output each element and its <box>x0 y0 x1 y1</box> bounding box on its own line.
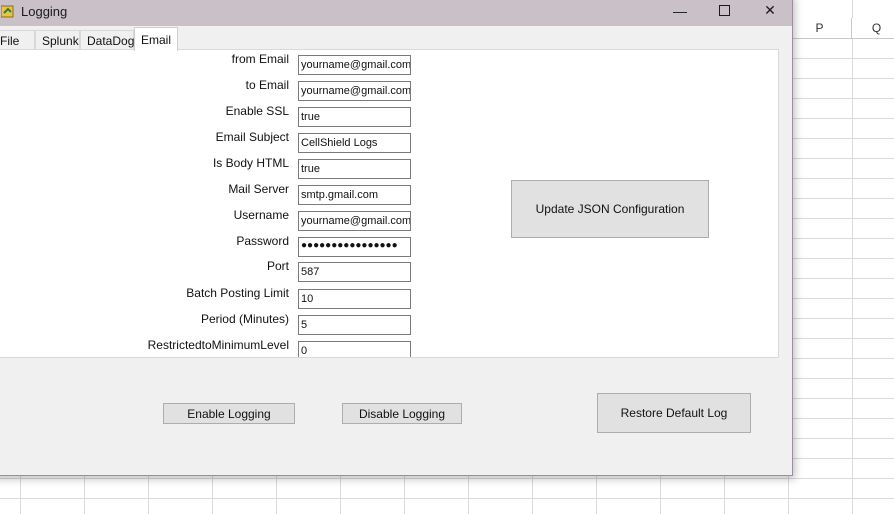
to-email-row: to Email yourname@gmail.com <box>0 78 414 101</box>
from-email-row: from Email yourname@gmail.com <box>0 52 414 75</box>
tab-strip: File Splunk DataDog Email <box>0 27 792 51</box>
tab-file[interactable]: File <box>0 30 35 50</box>
restricted-min-level-label: RestrictedtoMinimumLevel <box>147 338 289 352</box>
is-body-html-field[interactable]: true <box>298 159 411 179</box>
mail-server-label: Mail Server <box>228 182 289 196</box>
restore-default-log-button[interactable]: Restore Default Log <box>597 393 751 433</box>
is-body-html-label: Is Body HTML <box>212 156 289 170</box>
tab-email[interactable]: Email <box>134 27 178 51</box>
from-email-label: from Email <box>231 52 289 66</box>
username-field[interactable]: yourname@gmail.com <box>298 211 411 231</box>
logging-dialog: Logging — ✕ File Splunk DataDog Email fr… <box>0 0 793 476</box>
username-row: Username yourname@gmail.com <box>0 208 414 231</box>
password-row: Password ●●●●●●●●●●●●●●●● <box>0 234 414 257</box>
update-json-button[interactable]: Update JSON Configuration <box>511 180 709 238</box>
minimize-button[interactable]: — <box>657 0 703 26</box>
app-icon <box>1 5 14 18</box>
enable-ssl-row: Enable SSL true <box>0 104 414 127</box>
from-email-field[interactable]: yourname@gmail.com <box>298 55 411 75</box>
tab-datadog[interactable]: DataDog <box>80 30 134 50</box>
to-email-field[interactable]: yourname@gmail.com <box>298 81 411 101</box>
enable-ssl-label: Enable SSL <box>225 104 289 118</box>
maximize-icon <box>718 5 730 16</box>
period-minutes-label: Period (Minutes) <box>200 312 289 326</box>
window-title: Logging <box>21 4 68 19</box>
email-subject-field[interactable]: CellShield Logs <box>298 133 411 153</box>
title-bar[interactable]: Logging — ✕ <box>0 0 792 26</box>
period-minutes-row: Period (Minutes) 5 <box>0 312 414 335</box>
mail-server-field[interactable]: smtp.gmail.com <box>298 185 411 205</box>
mail-server-row: Mail Server smtp.gmail.com <box>0 182 414 205</box>
enable-ssl-field[interactable]: true <box>298 107 411 127</box>
username-label: Username <box>233 208 289 222</box>
restricted-min-level-field[interactable]: 0 <box>298 341 411 357</box>
enable-logging-button[interactable]: Enable Logging <box>163 403 295 424</box>
email-subject-row: Email Subject CellShield Logs <box>0 130 414 153</box>
to-email-label: to Email <box>245 78 289 92</box>
disable-logging-button[interactable]: Disable Logging <box>342 403 462 424</box>
column-header-p[interactable]: P <box>788 18 852 39</box>
batch-posting-limit-label: Batch Posting Limit <box>186 286 289 300</box>
screen: P Q Logging — ✕ File Splunk DataDog Emai… <box>0 0 894 514</box>
restricted-min-level-row: RestrictedtoMinimumLevel 0 <box>0 338 414 357</box>
password-field[interactable]: ●●●●●●●●●●●●●●●● <box>298 237 411 257</box>
maximize-button[interactable] <box>701 0 747 26</box>
email-subject-label: Email Subject <box>215 130 289 144</box>
is-body-html-row: Is Body HTML true <box>0 156 414 179</box>
port-label: Port <box>266 259 289 273</box>
close-icon: ✕ <box>764 2 776 18</box>
email-tab-page: from Email yourname@gmail.com to Email y… <box>0 49 779 358</box>
tab-splunk[interactable]: Splunk <box>35 30 80 50</box>
password-label: Password <box>236 234 289 248</box>
port-field[interactable]: 587 <box>298 262 411 282</box>
batch-posting-limit-row: Batch Posting Limit 10 <box>0 286 414 309</box>
batch-posting-limit-field[interactable]: 10 <box>298 289 411 309</box>
close-button[interactable]: ✕ <box>747 0 793 26</box>
minimize-icon: — <box>673 2 687 19</box>
column-header-q[interactable]: Q <box>852 18 894 39</box>
period-minutes-field[interactable]: 5 <box>298 315 411 335</box>
port-row: Port 587 <box>0 259 414 282</box>
